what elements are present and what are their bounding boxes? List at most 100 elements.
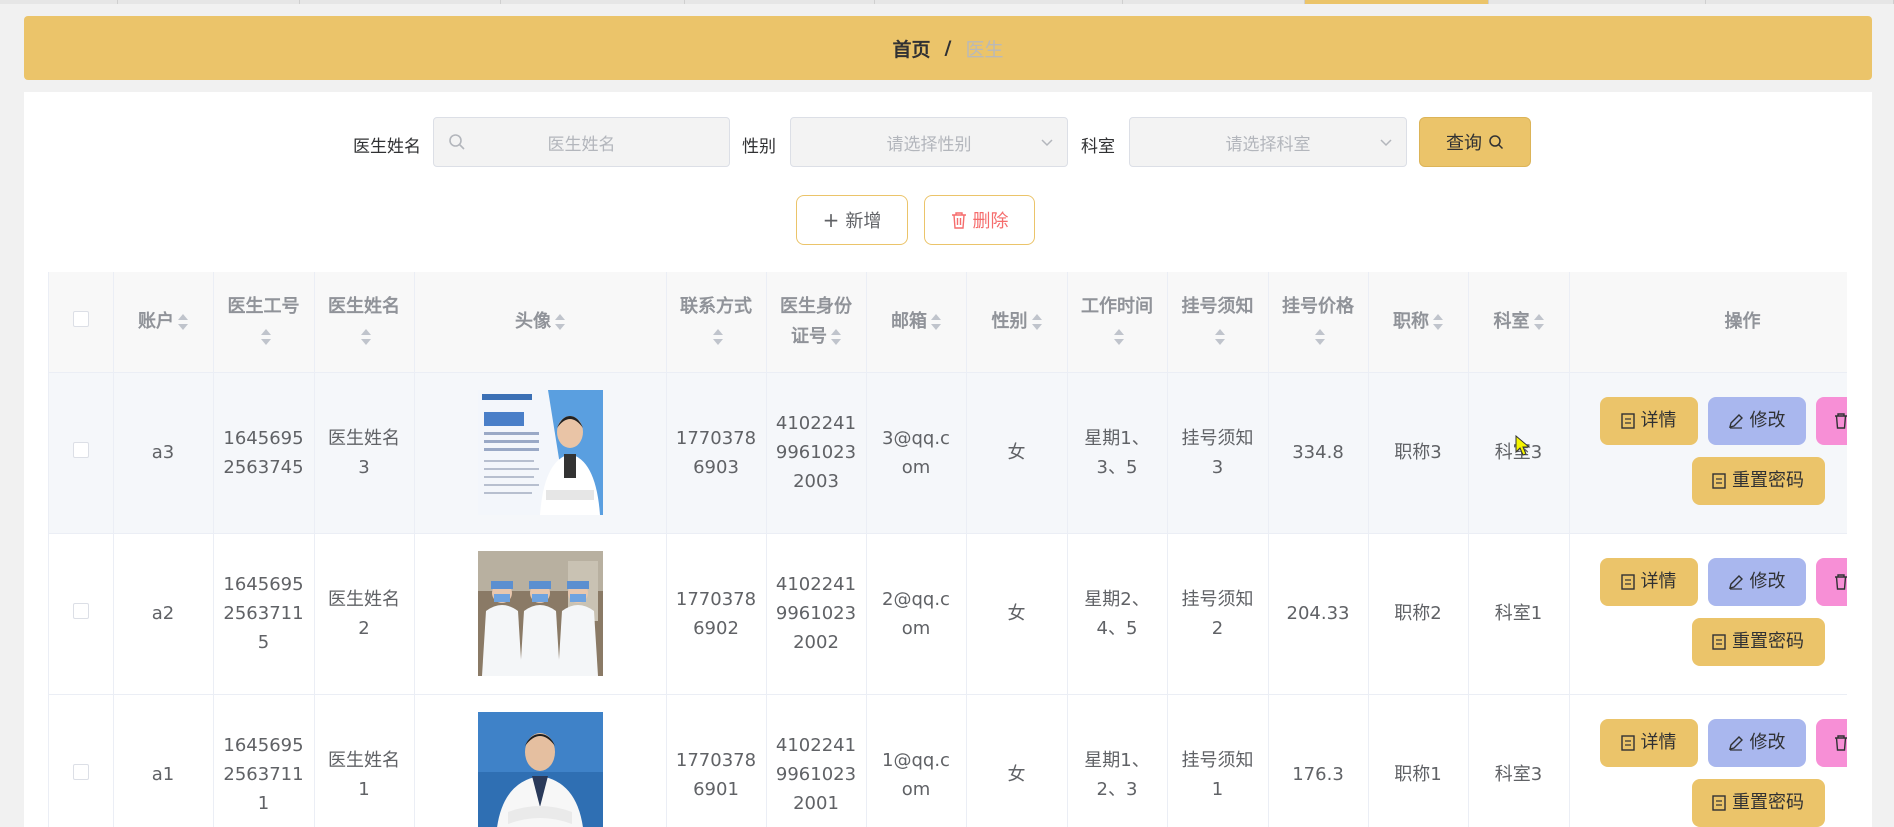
header-contact[interactable]: 联系方式 [666, 272, 767, 373]
cell-doctor-no: 1645695 2563711 1 [213, 694, 315, 827]
sort-icon[interactable] [931, 313, 941, 330]
cell-contact: 1770378 6902 [666, 533, 767, 695]
sort-icon[interactable] [1433, 313, 1443, 330]
notice-line: 挂号须知 [1181, 427, 1254, 449]
header-account[interactable]: 账户 [113, 272, 214, 373]
header-email[interactable]: 邮箱 [866, 272, 967, 373]
chevron-down-icon [1380, 139, 1392, 147]
reset-password-button[interactable]: 重置密码 [1691, 456, 1825, 505]
sort-icon[interactable] [178, 313, 188, 330]
reset-password-button[interactable]: 重置密码 [1691, 617, 1825, 666]
cell-id-card: 4102241 9961023 2002 [766, 533, 867, 695]
header-id-card[interactable]: 医生身份 证号 [766, 272, 867, 373]
cell-title: 职称2 [1368, 533, 1469, 695]
header-id-card-label: 医生身份 [780, 295, 852, 317]
row-delete-button[interactable] [1815, 718, 1847, 767]
doctor-no-line: 2563745 [223, 456, 304, 478]
doctor-portrait-photo [477, 712, 603, 827]
doctor-name-input[interactable]: 医生姓名 [433, 117, 730, 167]
nav-tab-segment[interactable] [300, 0, 501, 4]
trash-icon [1834, 573, 1847, 590]
search-icon [449, 134, 465, 150]
id-card-line: 9961023 [775, 442, 857, 463]
dept-placeholder: 请选择科室 [1225, 134, 1311, 155]
header-doctor-name[interactable]: 医生姓名 [314, 272, 415, 373]
header-notice[interactable]: 挂号须知 [1167, 272, 1269, 373]
query-button[interactable]: 查询 [1419, 117, 1531, 167]
sort-icon[interactable] [1315, 328, 1325, 345]
header-gender[interactable]: 性别 [966, 272, 1068, 373]
detail-button[interactable]: 详情 [1599, 396, 1698, 445]
sort-icon[interactable] [555, 313, 565, 330]
nav-tab-segment[interactable] [0, 0, 118, 4]
sort-icon[interactable] [831, 328, 841, 345]
table-row[interactable]: a2 1645695 2563711 5 医生姓名 2 1770378 6902 4102241… [49, 533, 1847, 695]
detail-button[interactable]: 详情 [1599, 557, 1698, 606]
select-all-checkbox[interactable] [72, 310, 89, 327]
header-doctor-no[interactable]: 医生工号 [213, 272, 315, 373]
row-checkbox[interactable] [72, 603, 89, 619]
header-avatar[interactable]: 头像 [414, 272, 667, 373]
sort-icon[interactable] [1214, 328, 1225, 345]
cell-title: 职称1 [1368, 694, 1469, 827]
dept-select[interactable]: 请选择科室 [1129, 117, 1407, 167]
gender-select[interactable]: 请选择性别 [790, 117, 1068, 167]
email-line: om [901, 778, 931, 800]
medical-team-photo [477, 551, 603, 676]
header-title[interactable]: 职称 [1368, 272, 1469, 373]
edit-button[interactable]: 修改 [1707, 557, 1806, 606]
sort-icon[interactable] [713, 328, 723, 345]
work-time-line: 星期1、 [1084, 427, 1150, 449]
nav-tab-segment[interactable] [685, 0, 875, 4]
table-row[interactable]: a3 1645695 2563745 医生姓名 3 1770378 6903 4102241 9… [49, 372, 1847, 534]
trash-icon [1834, 734, 1847, 751]
sort-icon[interactable] [1533, 313, 1544, 330]
row-delete-button[interactable] [1815, 557, 1847, 606]
row-select-cell [49, 694, 114, 827]
sort-icon[interactable] [260, 328, 271, 345]
nav-tab-segment[interactable] [118, 0, 300, 4]
cell-notice: 挂号须知 2 [1167, 533, 1269, 695]
edit-button[interactable]: 修改 [1707, 396, 1806, 445]
reset-password-button-label: 重置密码 [1732, 792, 1804, 813]
header-avatar-label: 头像 [515, 310, 551, 332]
detail-button[interactable]: 详情 [1599, 718, 1698, 767]
document-icon [1620, 573, 1635, 590]
edit-button[interactable]: 修改 [1707, 718, 1806, 767]
row-checkbox[interactable] [72, 442, 89, 458]
nav-tab-segment[interactable] [1706, 0, 1894, 4]
id-card-line: 2002 [793, 632, 839, 653]
nav-tab-segment[interactable] [1123, 0, 1305, 4]
cell-doctor-name: 医生姓名 2 [314, 533, 415, 695]
reset-password-button[interactable]: 重置密码 [1691, 778, 1825, 827]
nav-tab-segment[interactable] [501, 0, 685, 4]
table-row[interactable]: a1 1645695 2563711 1 医生姓名 1 1770378 6901 4102241… [49, 694, 1847, 827]
sort-icon[interactable] [361, 328, 371, 345]
cell-work-time: 星期2、 4、5 [1067, 533, 1168, 695]
row-delete-button[interactable] [1815, 396, 1847, 445]
document-icon [1620, 734, 1635, 751]
nav-tab-segment-active[interactable] [1305, 0, 1489, 4]
header-price[interactable]: 挂号价格 [1268, 272, 1369, 373]
doctor-table: 账户 医生工号 医生姓名 头像 联系方式 医生身份 证号 邮箱 性别 工作时间 挂… [48, 272, 1847, 827]
breadcrumb-home[interactable]: 首页 [893, 35, 931, 62]
id-card-line: 9961023 [775, 603, 857, 624]
doctor-name-placeholder: 医生姓名 [547, 134, 616, 155]
query-button-label: 查询 [1446, 133, 1482, 154]
nav-tab-segment[interactable] [875, 0, 1123, 4]
breadcrumb: 首页 / 医生 [24, 16, 1872, 80]
header-work-time[interactable]: 工作时间 [1067, 272, 1168, 373]
add-button[interactable]: + 新增 [796, 195, 908, 245]
nav-tab-segment[interactable] [1489, 0, 1706, 4]
header-email-label: 邮箱 [891, 310, 927, 332]
doctor-name-line: 2 [358, 617, 370, 639]
cell-email: 3@qq.c om [866, 372, 967, 534]
reset-password-button-label: 重置密码 [1732, 470, 1804, 491]
delete-button[interactable]: 删除 [924, 195, 1035, 245]
sort-icon[interactable] [1031, 313, 1042, 330]
detail-button-label: 详情 [1640, 732, 1677, 753]
header-dept[interactable]: 科室 [1468, 272, 1570, 373]
sort-icon[interactable] [1114, 328, 1124, 345]
cell-id-card: 4102241 9961023 2001 [766, 694, 867, 827]
row-checkbox[interactable] [72, 764, 89, 780]
